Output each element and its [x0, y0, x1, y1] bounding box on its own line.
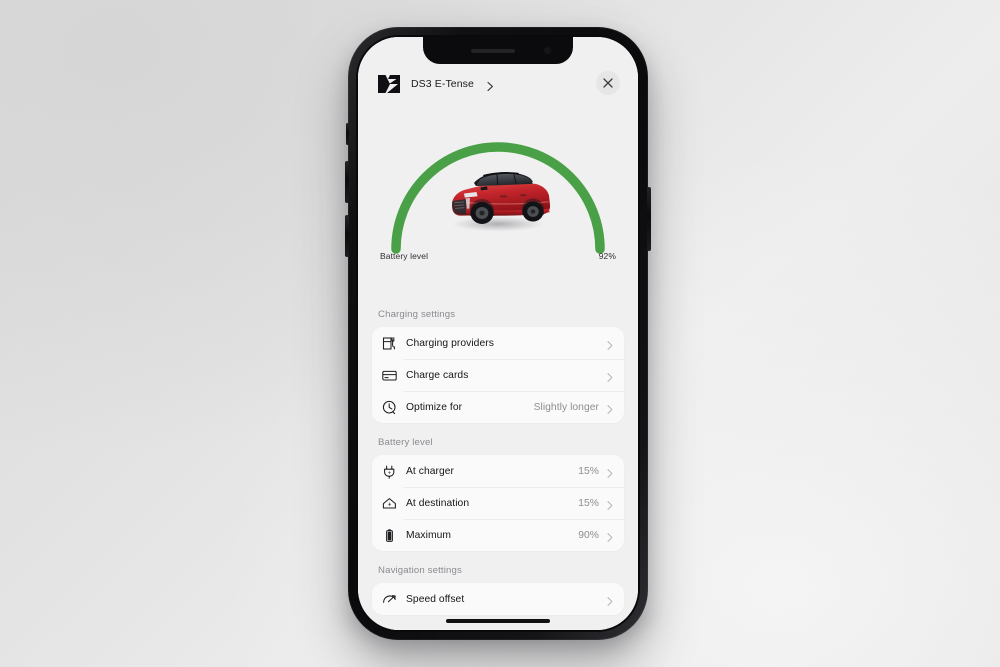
chevron-right-icon	[606, 370, 614, 382]
credit-card-icon	[381, 367, 398, 384]
vehicle-selector[interactable]: DS3 E-Tense	[376, 73, 596, 95]
plug-icon	[381, 463, 398, 480]
clock-icon	[381, 399, 398, 416]
row-at-destination[interactable]: At destination 15%	[372, 487, 624, 519]
row-label: At destination	[406, 497, 470, 509]
chevron-right-icon	[606, 466, 614, 478]
gauge-value: 92%	[598, 251, 616, 261]
chevron-right-icon	[606, 402, 614, 414]
battery-gauge: Battery level 92%	[358, 103, 638, 295]
front-camera-icon	[544, 47, 551, 54]
section-title-battery-level: Battery level	[378, 437, 433, 448]
chevron-right-icon	[606, 498, 614, 510]
card-navigation-settings: Speed offset	[372, 583, 624, 615]
card-battery-level: At charger 15% At destination 15% Maximu…	[372, 455, 624, 551]
vehicle-model-label: DS3 E-Tense	[411, 78, 474, 90]
power-button[interactable]	[647, 187, 651, 251]
row-speed-offset[interactable]: Speed offset	[372, 583, 624, 615]
app-container: DS3 E-Tense Battery level 92% Charging s…	[358, 37, 638, 630]
row-optimize-for[interactable]: Optimize for Slightly longer	[372, 391, 624, 423]
row-value: 15%	[578, 465, 599, 477]
notch	[423, 37, 573, 64]
charging-station-icon	[381, 335, 398, 352]
close-button[interactable]	[596, 71, 620, 95]
volume-up-button[interactable]	[345, 161, 349, 203]
chevron-right-icon	[606, 338, 614, 350]
row-label: Optimize for	[406, 401, 463, 413]
chevron-right-icon	[486, 79, 495, 91]
home-bolt-icon	[381, 495, 398, 512]
chevron-right-icon	[606, 594, 614, 606]
row-label: At charger	[406, 465, 455, 477]
row-label: Maximum	[406, 529, 451, 541]
vehicle-image	[440, 161, 556, 235]
row-label: Speed offset	[406, 593, 465, 605]
row-value: Slightly longer	[533, 401, 599, 413]
phone-screen: DS3 E-Tense Battery level 92% Charging s…	[358, 37, 638, 630]
phone-bezel: DS3 E-Tense Battery level 92% Charging s…	[356, 35, 640, 632]
volume-down-button[interactable]	[345, 215, 349, 257]
row-value: 15%	[578, 497, 599, 509]
close-icon	[603, 78, 613, 88]
row-charging-providers[interactable]: Charging providers	[372, 327, 624, 359]
battery-full-icon	[381, 527, 398, 544]
section-title-navigation-settings: Navigation settings	[378, 565, 462, 576]
home-indicator[interactable]	[446, 619, 550, 623]
chevron-right-icon	[606, 530, 614, 542]
gauge-label: Battery level	[380, 251, 429, 261]
earpiece-speaker-icon	[471, 48, 515, 53]
mute-switch-button[interactable]	[346, 123, 349, 145]
row-label: Charge cards	[406, 369, 469, 381]
section-title-charging-settings: Charging settings	[378, 309, 456, 320]
ds-logo-icon	[376, 73, 402, 95]
row-charge-cards[interactable]: Charge cards	[372, 359, 624, 391]
row-maximum[interactable]: Maximum 90%	[372, 519, 624, 551]
phone-device: DS3 E-Tense Battery level 92% Charging s…	[345, 27, 651, 640]
row-label: Charging providers	[406, 337, 494, 349]
card-charging-settings: Charging providers Charge cards Optimize…	[372, 327, 624, 423]
row-at-charger[interactable]: At charger 15%	[372, 455, 624, 487]
row-value: 90%	[578, 529, 599, 541]
settings-list[interactable]: Charging settings Charging providers Cha…	[358, 295, 638, 630]
speedometer-icon	[381, 591, 398, 608]
gauge-label-row: Battery level 92%	[358, 251, 638, 261]
